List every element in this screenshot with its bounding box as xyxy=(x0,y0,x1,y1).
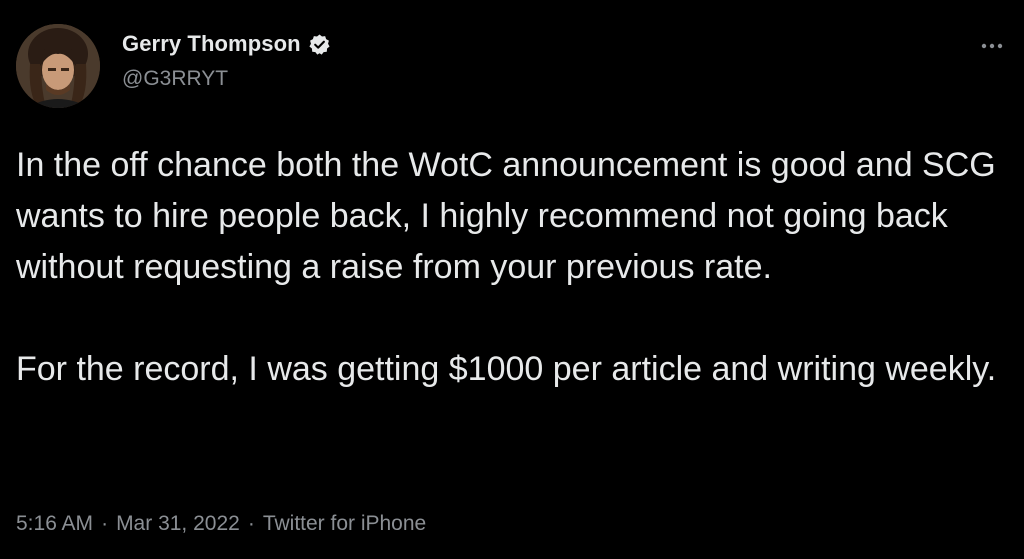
tweet-time[interactable]: 5:16 AM xyxy=(16,512,93,536)
verified-badge-icon xyxy=(308,33,331,56)
meta-separator: · xyxy=(247,512,255,535)
author-display-name[interactable]: Gerry Thompson xyxy=(122,31,301,57)
tweet-meta: 5:16 AM · Mar 31, 2022 · Twitter for iPh… xyxy=(16,512,426,536)
author-handle[interactable]: @G3RRYT xyxy=(122,67,228,91)
tweet-text: In the off chance both the WotC announce… xyxy=(16,140,1006,395)
tweet-card: Gerry Thompson @G3RRYT In the off chance… xyxy=(0,0,1024,559)
more-options-icon[interactable] xyxy=(976,36,1008,56)
tweet-source[interactable]: Twitter for iPhone xyxy=(263,512,426,536)
avatar-image xyxy=(16,24,100,108)
meta-separator: · xyxy=(101,512,109,535)
author-name-row: Gerry Thompson xyxy=(122,31,331,57)
tweet-paragraph: For the record, I was getting $1000 per … xyxy=(16,350,997,388)
avatar[interactable] xyxy=(16,24,100,108)
tweet-paragraph: In the off chance both the WotC announce… xyxy=(16,146,996,286)
tweet-date[interactable]: Mar 31, 2022 xyxy=(116,512,240,536)
